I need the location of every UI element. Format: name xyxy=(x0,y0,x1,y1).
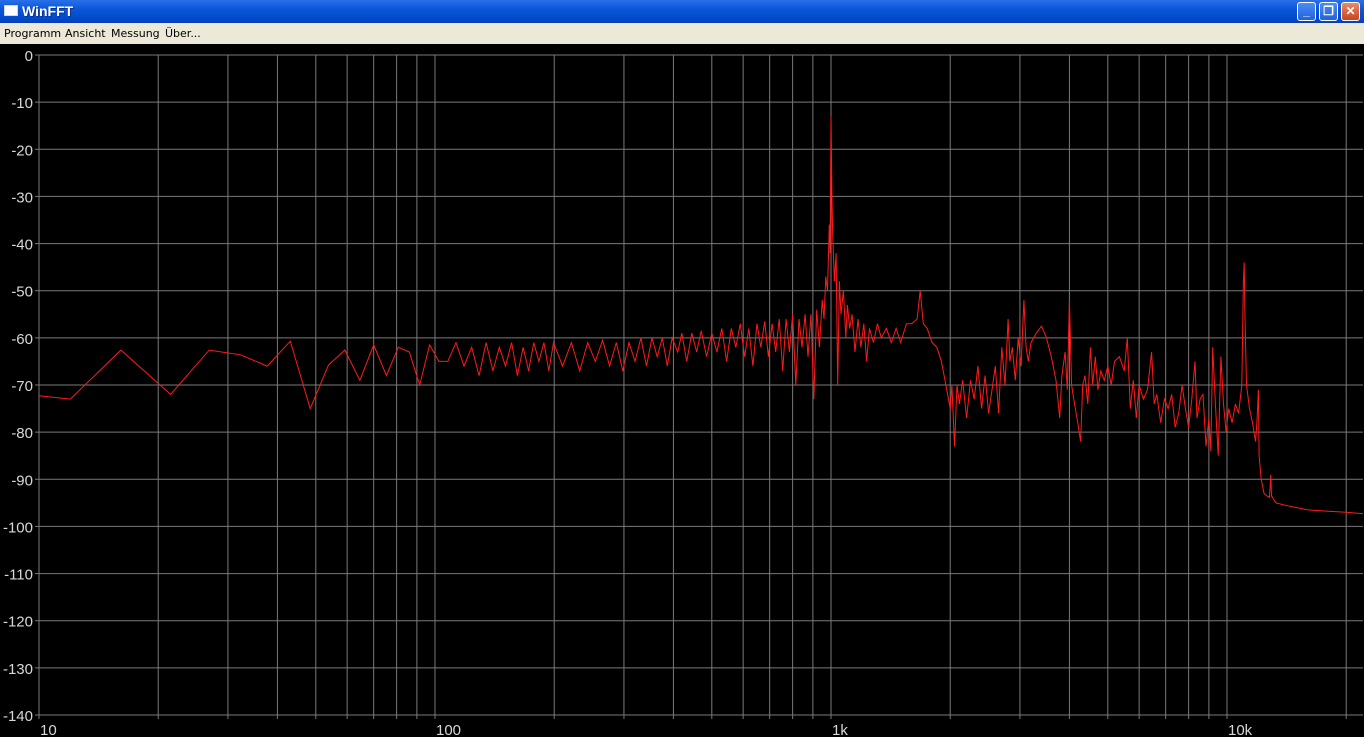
y-tick-label: -80 xyxy=(11,425,33,442)
y-tick-label: -40 xyxy=(11,237,33,254)
y-tick-label: -20 xyxy=(11,142,33,159)
menu-ueber[interactable]: Über... xyxy=(165,27,201,40)
close-button[interactable]: ✕ xyxy=(1341,2,1360,21)
menu-programm[interactable]: Programm xyxy=(4,27,61,40)
x-tick-label: 10 xyxy=(40,722,57,737)
spectrum-trace xyxy=(38,116,1364,515)
x-tick-label: 1k xyxy=(832,722,848,737)
app-window-icon xyxy=(4,5,18,16)
x-tick-label: 100 xyxy=(436,722,461,737)
minimize-button[interactable]: _ xyxy=(1297,2,1316,21)
window-title: WinFFT xyxy=(22,3,74,19)
restore-button[interactable]: ❐ xyxy=(1319,2,1338,21)
spectrum-chart: 0 -10 -20 -30 -40 -50 -60 -70 -80 -90 -100 -110 -120… xyxy=(3,48,1364,737)
y-tick-label: -60 xyxy=(11,331,33,348)
y-tick-label: 0 xyxy=(25,48,33,65)
y-tick-label: -90 xyxy=(11,472,33,489)
y-tick-label: -100 xyxy=(3,519,33,536)
y-tick-label: -30 xyxy=(11,189,33,206)
menu-bar: Programm Ansicht Messung Über... xyxy=(0,23,1364,44)
y-tick-label: -10 xyxy=(11,95,33,112)
y-tick-label: -130 xyxy=(3,661,33,678)
title-bar[interactable]: WinFFT _ ❐ ✕ xyxy=(0,0,1364,23)
menu-ansicht[interactable]: Ansicht xyxy=(65,27,106,40)
y-tick-label: -70 xyxy=(11,378,33,395)
y-tick-label: -140 xyxy=(3,708,33,725)
x-tick-label: 10k xyxy=(1228,722,1253,737)
y-tick-label: -50 xyxy=(11,284,33,301)
menu-messung[interactable]: Messung xyxy=(111,27,160,40)
y-tick-label: -120 xyxy=(3,614,33,631)
y-tick-label: -110 xyxy=(4,567,33,584)
